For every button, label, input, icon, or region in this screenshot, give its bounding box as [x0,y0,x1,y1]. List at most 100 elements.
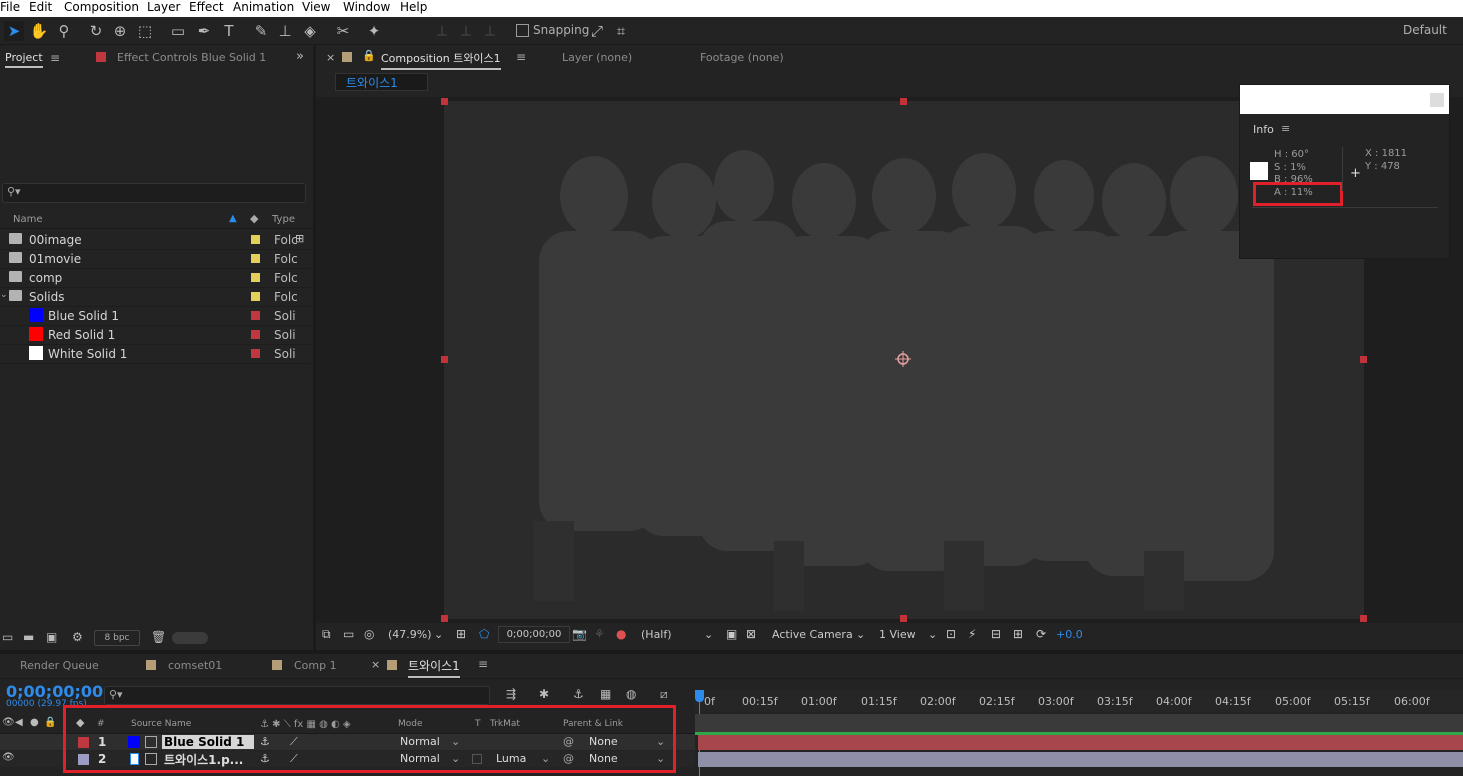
solo-column-icon[interactable]: ● [30,717,39,728]
toggle-pixel-aspect-icon[interactable]: ⊡ [946,627,956,641]
rotate-tool-icon[interactable]: ↻ [86,21,106,41]
menu-edit[interactable]: Edit [29,0,52,15]
channels-icon[interactable]: ● [616,627,626,641]
new-composition-icon[interactable]: ▣ [46,630,57,644]
roto-brush-tool-icon[interactable]: ✂ [333,21,353,41]
project-settings-icon[interactable]: ⚙ [72,630,83,644]
close-tab-icon[interactable]: × [371,658,380,671]
project-search-input[interactable]: ⚲▾ [2,183,306,203]
menu-view[interactable]: View [302,0,330,15]
timeline-search-input[interactable]: ⚲▾ [104,686,490,705]
clone-stamp-tool-icon[interactable]: ⊥ [275,21,295,41]
snapshot-icon[interactable]: 📷 [572,627,587,641]
local-axis-icon[interactable]: ⟂ [432,21,452,41]
interpret-footage-icon[interactable]: ▭ [2,630,13,644]
menu-layer[interactable]: Layer [147,0,180,15]
trash-icon[interactable]: 🗑 [151,630,166,644]
draft-3d-icon[interactable]: ✱ [539,687,549,701]
view-axis-icon[interactable]: ⟂ [480,21,500,41]
project-item[interactable]: White Solid 1 Soli [0,344,310,364]
project-item[interactable]: Blue Solid 1 Soli [0,306,310,326]
rectangle-tool-icon[interactable]: ▭ [168,21,188,41]
transform-handle[interactable] [1360,615,1367,622]
comp-breadcrumb[interactable]: 트와이스1 [335,73,428,91]
region-of-interest-icon[interactable]: ▣ [726,627,737,641]
project-item[interactable]: ⌄ Solids Folc [0,287,310,307]
menu-composition[interactable]: Composition [64,0,139,15]
visibility-eye-icon[interactable]: 👁 [2,752,15,763]
work-area-bar[interactable] [695,714,1463,732]
zoom-tool-icon[interactable]: ⚲ [54,21,74,41]
label-column-icon[interactable]: ◆ [250,212,258,225]
new-folder-icon[interactable]: ▬ [23,630,34,644]
pen-tool-icon[interactable]: ✒ [194,21,214,41]
reset-exposure-icon[interactable]: ⟳ [1036,627,1046,641]
tab-project[interactable]: Project [5,51,43,68]
bit-depth-button[interactable]: 8 bpc [94,630,140,646]
show-snapshot-icon[interactable]: ⚘ [594,627,605,641]
panel-overflow-icon[interactable]: » [296,49,304,64]
menu-window[interactable]: Window [343,0,390,15]
resolution-dropdown[interactable]: (Half) [641,628,672,641]
mask-visibility-icon[interactable]: ⬠ [479,627,489,641]
current-time-field[interactable]: 0;00;00;00 [498,626,570,643]
frame-blending-icon[interactable]: ▦ [600,687,611,701]
transform-handle[interactable] [441,356,448,363]
always-preview-icon[interactable]: ⧉ [322,627,331,642]
project-item[interactable]: comp Folc [0,268,310,288]
menu-animation[interactable]: Animation [233,0,294,15]
exposure-value[interactable]: +0.0 [1056,628,1083,641]
close-icon[interactable] [1430,93,1444,107]
expand-arrow-icon[interactable]: ⌄ [0,290,8,300]
layer-bar[interactable] [698,735,1463,750]
transform-handle[interactable] [441,98,448,105]
tab-comp-1[interactable]: Comp 1 [294,659,337,672]
tab-footage[interactable]: Footage (none) [700,51,784,64]
tab-comset01[interactable]: comset01 [168,659,222,672]
transform-handle[interactable] [1360,356,1367,363]
lock-icon[interactable]: 🔒 [362,49,376,62]
menu-file[interactable]: File [0,0,20,15]
project-item[interactable]: 00image Folc ⊞ [0,230,310,250]
camera-dropdown[interactable]: Active Camera [772,628,853,641]
comp-mini-flowchart-icon[interactable]: ⇶ [506,687,516,701]
dropdown-arrow-icon[interactable]: ⌄ [434,628,443,641]
column-type[interactable]: Type [272,214,295,225]
monitor-icon[interactable]: ▭ [343,627,354,641]
view-layout-dropdown[interactable]: 1 View [879,628,916,641]
sort-ascending-icon[interactable]: ▲ [229,213,237,224]
audio-column-icon[interactable]: ◀ [15,717,23,728]
transform-handle[interactable] [900,98,907,105]
snap-edges-icon[interactable]: ⤢ [587,21,607,41]
magnification-dropdown[interactable]: (47.9%) [388,628,432,641]
flowchart-icon[interactable]: ⊞ [1013,627,1023,641]
layer-bar[interactable] [698,752,1463,767]
project-item[interactable]: Red Solid 1 Soli [0,325,310,345]
transparency-grid-icon[interactable]: ⊠ [746,627,756,641]
snapping-checkbox[interactable] [516,24,529,37]
playhead-handle[interactable] [695,690,704,702]
tab-render-queue[interactable]: Render Queue [20,659,99,672]
vr-icon[interactable]: ◎ [364,627,374,641]
thumbnail-slider[interactable] [172,632,208,644]
panel-menu-icon[interactable]: ≡ [516,50,526,64]
hand-tool-icon[interactable]: ✋ [29,21,49,41]
timeline-icon[interactable]: ⊟ [991,627,1001,641]
camera-tool-icon[interactable]: ⊕ [110,21,130,41]
flowchart-icon[interactable]: ⊞ [295,232,304,245]
column-name[interactable]: Name [13,214,43,225]
dropdown-arrow-icon[interactable]: ⌄ [856,628,865,641]
tab-effect-controls[interactable]: Effect Controls Blue Solid 1 [117,51,266,64]
anchor-point-icon[interactable] [895,351,911,367]
transform-handle[interactable] [900,615,907,622]
tab-active-comp[interactable]: 트와이스1 [408,657,460,678]
menu-help[interactable]: Help [400,0,427,15]
dropdown-arrow-icon[interactable]: ⌄ [704,628,713,641]
graph-editor-icon[interactable]: ⧄ [660,687,668,702]
snap-features-icon[interactable]: ⌗ [611,21,631,41]
close-tab-icon[interactable]: × [326,51,335,64]
shy-layers-icon[interactable]: ⚓ [573,687,584,701]
tab-composition[interactable]: Composition 트와이스1 [381,50,501,70]
project-item[interactable]: 01movie Folc [0,249,310,269]
panel-menu-icon[interactable]: ≡ [478,657,488,671]
